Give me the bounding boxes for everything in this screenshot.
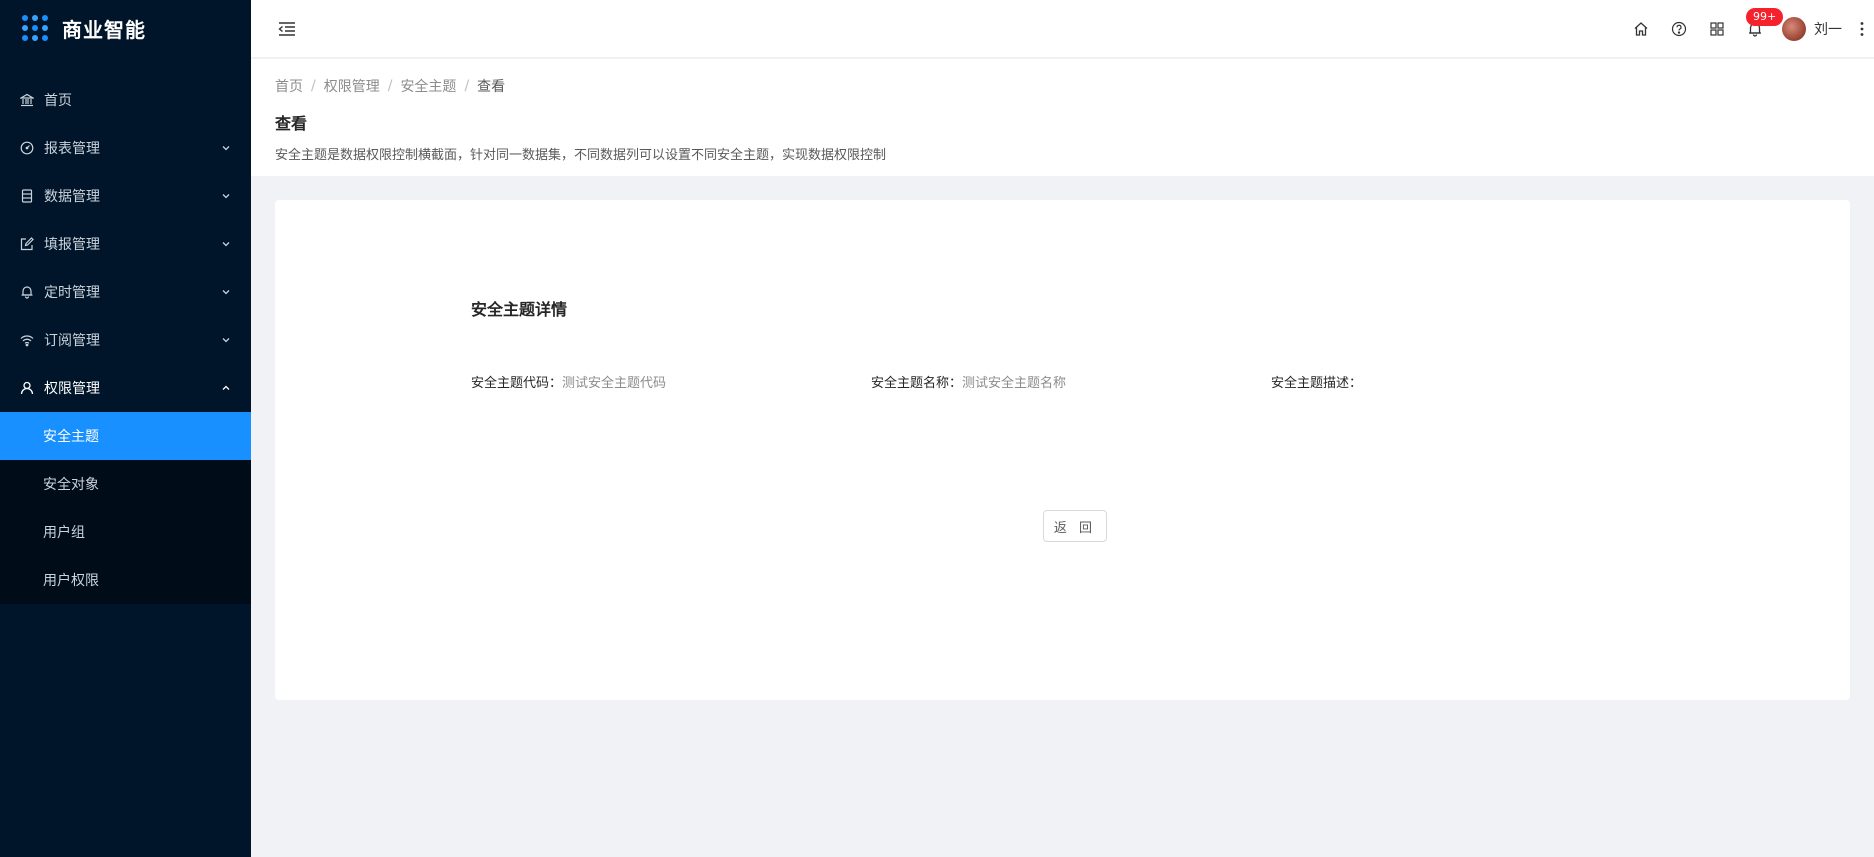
breadcrumb: 首页 / 权限管理 / 安全主题 / 查看 [275, 76, 1874, 96]
sidebar-subitem-user-group[interactable]: 用户组 [0, 508, 251, 556]
sidebar-item-fill[interactable]: 填报管理 [0, 220, 251, 268]
menu-fold-icon[interactable] [276, 18, 298, 40]
chevron-down-icon [221, 287, 231, 297]
sidebar-item-label: 定时管理 [44, 285, 100, 301]
sidebar-menu: 首页 报表管理 数据管理 填报管理 定时管理 订阅管理 权限管理 安全主题 安全… [0, 76, 251, 604]
user-icon [20, 381, 34, 395]
breadcrumb-item-security-subject[interactable]: 安全主题 [400, 76, 456, 96]
home-icon[interactable] [1622, 10, 1660, 48]
breadcrumb-separator: / [387, 78, 393, 94]
bell-icon [20, 285, 34, 299]
logo[interactable]: 商业智能 [0, 0, 251, 56]
user-menu[interactable]: 刘一 [1782, 16, 1842, 41]
breadcrumb-separator: / [464, 78, 470, 94]
help-icon[interactable] [1660, 10, 1698, 48]
page-description: 安全主题是数据权限控制横截面，针对同一数据集，不同数据列可以设置不同安全主题，实… [275, 148, 887, 163]
breadcrumb-item-permissions[interactable]: 权限管理 [324, 76, 380, 96]
appstore-icon[interactable] [1698, 10, 1736, 48]
bank-icon [20, 93, 34, 107]
detail-field-description: 安全主题描述： [1271, 372, 1671, 391]
field-label: 安全主题名称： [871, 376, 963, 391]
sidebar-item-label: 订阅管理 [44, 333, 100, 349]
detail-title: 安全主题详情 [471, 300, 568, 319]
sidebar-item-label: 权限管理 [44, 381, 100, 397]
detail-card: 安全主题详情 安全主题代码： 测试安全主题代码 安全主题名称： 测试安全主题名称… [275, 200, 1850, 700]
breadcrumb-item-home[interactable]: 首页 [275, 76, 303, 96]
breadcrumb-separator: / [311, 78, 316, 94]
sidebar-subitem-user-permission[interactable]: 用户权限 [0, 556, 251, 604]
chevron-down-icon [221, 335, 231, 345]
breadcrumb-item-current: 查看 [477, 79, 506, 95]
sidebar-item-label: 报表管理 [44, 141, 100, 157]
top-header: 99+ 刘一 [251, 0, 1874, 58]
sidebar: 商业智能 首页 报表管理 数据管理 填报管理 定时管理 订阅管理 权限管理 安全… [0, 0, 251, 857]
sidebar-item-schedule[interactable]: 定时管理 [0, 268, 251, 316]
apps-grid-icon [22, 15, 48, 41]
detail-field-name: 安全主题名称： 测试安全主题名称 [871, 372, 1271, 391]
page-title: 查看 [275, 114, 308, 133]
sidebar-item-label: 首页 [44, 93, 72, 109]
sidebar-subitem-security-subject[interactable]: 安全主题 [0, 412, 251, 460]
notification-badge: 99+ [1746, 7, 1784, 26]
chevron-down-icon [221, 143, 231, 153]
sidebar-item-home[interactable]: 首页 [0, 76, 251, 124]
field-label: 安全主题描述： [1271, 376, 1363, 391]
wifi-icon [20, 333, 34, 347]
field-label: 安全主题代码： [471, 376, 563, 391]
sidebar-item-data[interactable]: 数据管理 [0, 172, 251, 220]
field-value: 测试安全主题名称 [962, 376, 1067, 391]
chevron-up-icon [221, 383, 231, 393]
page-header: 首页 / 权限管理 / 安全主题 / 查看 查看 安全主题是数据权限控制横截面，… [251, 59, 1874, 176]
more-vertical-icon[interactable] [1850, 10, 1874, 48]
database-icon [20, 189, 34, 203]
sidebar-item-label: 填报管理 [44, 237, 100, 253]
sidebar-item-permissions[interactable]: 权限管理 [0, 364, 251, 412]
detail-fields: 安全主题代码： 测试安全主题代码 安全主题名称： 测试安全主题名称 安全主题描述… [471, 372, 1671, 391]
sidebar-subitem-security-object[interactable]: 安全对象 [0, 460, 251, 508]
chevron-down-icon [221, 191, 231, 201]
detail-field-code: 安全主题代码： 测试安全主题代码 [471, 372, 871, 391]
field-value: 测试安全主题代码 [562, 376, 667, 391]
dashboard-icon [20, 141, 34, 155]
edit-icon [20, 237, 34, 251]
header-actions: 99+ 刘一 [1622, 0, 1874, 57]
user-name: 刘一 [1814, 21, 1842, 38]
notification-bell-icon[interactable]: 99+ [1736, 7, 1784, 48]
sidebar-item-subscribe[interactable]: 订阅管理 [0, 316, 251, 364]
back-button[interactable]: 返 回 [1043, 510, 1107, 542]
permissions-submenu: 安全主题 安全对象 用户组 用户权限 [0, 412, 251, 604]
sidebar-item-label: 数据管理 [44, 189, 100, 205]
chevron-down-icon [221, 239, 231, 249]
sidebar-item-reports[interactable]: 报表管理 [0, 124, 251, 172]
app-title: 商业智能 [62, 17, 146, 42]
avatar [1782, 16, 1806, 41]
